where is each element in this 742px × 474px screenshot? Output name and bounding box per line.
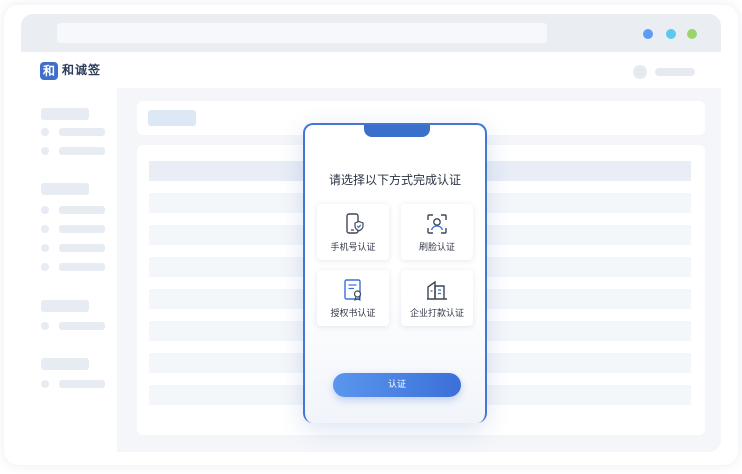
window-dot-green[interactable]: [687, 29, 697, 39]
auth-method-modal: 请选择以下方式完成认证 手机号认证 刷脸认证 授权书认证 企业打款认证 认证: [303, 123, 487, 423]
confirm-auth-button[interactable]: 认证: [333, 373, 461, 397]
face-scan-icon: [427, 214, 447, 234]
option-enterprise-payment[interactable]: 企业打款认证: [401, 270, 473, 326]
app-header: 和 和诚签: [21, 52, 721, 88]
sidebar-item[interactable]: [59, 147, 105, 155]
sidebar-item[interactable]: [59, 244, 105, 252]
sidebar-item-dot: [41, 128, 49, 136]
sidebar-item[interactable]: [59, 263, 105, 271]
sidebar-item-dot: [41, 380, 49, 388]
sidebar-group-heading: [41, 300, 89, 312]
address-bar[interactable]: [57, 23, 547, 43]
user-name-placeholder[interactable]: [655, 68, 695, 76]
phone-shield-icon: [346, 213, 364, 234]
browser-topbar: [21, 14, 721, 52]
sidebar-item-dot: [41, 322, 49, 330]
option-label: 企业打款认证: [409, 309, 464, 319]
sidebar-item[interactable]: [59, 128, 105, 136]
window-dot-cyan[interactable]: [666, 29, 676, 39]
sidebar-item-dot: [41, 263, 49, 271]
sidebar-item-dot: [41, 244, 49, 252]
sidebar-item-dot: [41, 225, 49, 233]
sidebar-item-dot: [41, 147, 49, 155]
option-label: 授权书认证: [330, 309, 376, 319]
avatar[interactable]: [633, 65, 647, 79]
sidebar-item[interactable]: [59, 206, 105, 214]
sidebar-item[interactable]: [59, 322, 105, 330]
building-icon: [427, 280, 447, 300]
modal-notch: [364, 125, 430, 137]
app-name: 和诚签: [62, 63, 102, 77]
sidebar: [21, 88, 117, 452]
toolbar-button-placeholder[interactable]: [148, 110, 196, 126]
window-dot-blue[interactable]: [643, 29, 653, 39]
sidebar-item[interactable]: [59, 225, 105, 233]
sidebar-group-heading: [41, 183, 89, 195]
option-label: 手机号认证: [330, 243, 376, 253]
modal-title: 请选择以下方式完成认证: [328, 173, 461, 187]
option-phone-auth[interactable]: 手机号认证: [317, 204, 389, 260]
sidebar-group-heading: [41, 108, 89, 120]
sidebar-item[interactable]: [59, 380, 105, 388]
sidebar-group-heading: [41, 358, 89, 370]
option-label: 刷脸认证: [418, 243, 455, 253]
option-authorization-letter[interactable]: 授权书认证: [317, 270, 389, 326]
sidebar-item-dot: [41, 206, 49, 214]
certificate-icon: [344, 279, 362, 301]
logo-icon: 和: [40, 62, 58, 80]
option-face-auth[interactable]: 刷脸认证: [401, 204, 473, 260]
